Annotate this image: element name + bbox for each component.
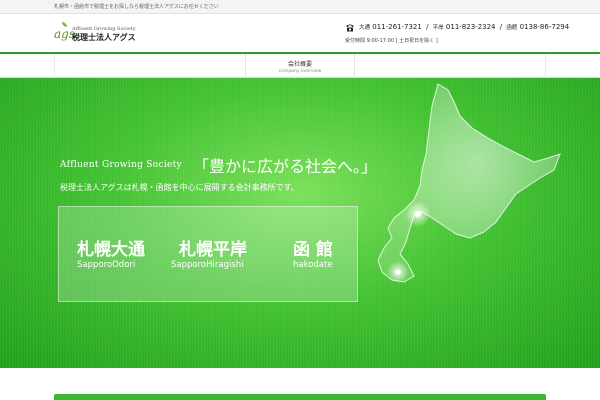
content-start (0, 368, 600, 400)
office-roman: SapporoHiragishi (171, 260, 244, 270)
site-logo[interactable]: ags Affluent Growing Society 税理士法人アグス (54, 22, 144, 44)
office-panel: 札幌大通 SapporoOdori 札幌平岸 SapporoHiragishi … (58, 206, 358, 302)
tagline-english: Affluent Growing Society (60, 160, 182, 170)
phone-label-hakodate: 函館 (506, 25, 518, 31)
hero-tagline: Affluent Growing Society 「豊かに広がる社会へ。」 (60, 153, 377, 177)
phone-hakodate[interactable]: 0138-86-7294 (520, 23, 570, 31)
office-name: 札幌平岸 (179, 240, 247, 260)
logo-company-name: 税理士法人アグス (72, 32, 136, 42)
office-sapporo-hiragishi[interactable]: 札幌平岸 SapporoHiragishi (159, 207, 284, 303)
top-info-text: 札幌市・函館市で税理士をお探しなら税理士法人アグスにお任せください (54, 4, 219, 10)
phone-label-hiragishi: 平岸 (432, 25, 444, 31)
top-info-bar: 札幌市・函館市で税理士をお探しなら税理士法人アグスにお任せください (0, 0, 600, 14)
phone-hiragishi[interactable]: 011-823-2324 (446, 23, 496, 31)
business-hours: 受付時間 9:00-17:00 [ 土日祝日を除く ] (345, 38, 438, 44)
hero-banner: Affluent Growing Society 「豊かに広がる社会へ。」 税理… (0, 78, 600, 368)
phone-label-odori: 大通 (359, 25, 371, 31)
office-hakodate[interactable]: 函 館 hakodate (284, 207, 359, 303)
contact-info: 大通 011-261-7321 / 平岸 011-823-2324 / 函館 0… (345, 23, 569, 49)
separator: / (426, 23, 429, 31)
nav-item-company-overview[interactable]: 会社概要 company overview (245, 54, 355, 78)
tagline-japanese: 「豊かに広がる社会へ。」 (193, 157, 378, 176)
office-name: 札幌大通 (77, 240, 145, 260)
phone-odori[interactable]: 011-261-7321 (372, 23, 422, 31)
phone-numbers: 大通 011-261-7321 / 平岸 011-823-2324 / 函館 0… (359, 23, 569, 31)
main-nav: 会社概要 company overview (0, 52, 600, 78)
office-sapporo-odori[interactable]: 札幌大通 SapporoOdori (59, 207, 159, 303)
office-name: 函 館 (293, 240, 333, 260)
hokkaido-map-icon (377, 83, 561, 283)
separator: / (499, 23, 503, 31)
office-roman: SapporoOdori (77, 260, 136, 270)
phone-icon (346, 24, 354, 32)
nav-item-sublabel: company overview (278, 69, 322, 74)
hero-description: 税理士法人アグスは札幌・函館を中心に展開する会計事務所です。 (60, 183, 299, 192)
office-roman: hakodate (293, 260, 333, 270)
section-header-bar (54, 394, 546, 400)
site-header: ags Affluent Growing Society 税理士法人アグス 大通… (0, 14, 600, 52)
nav-item-label: 会社概要 (287, 61, 312, 68)
